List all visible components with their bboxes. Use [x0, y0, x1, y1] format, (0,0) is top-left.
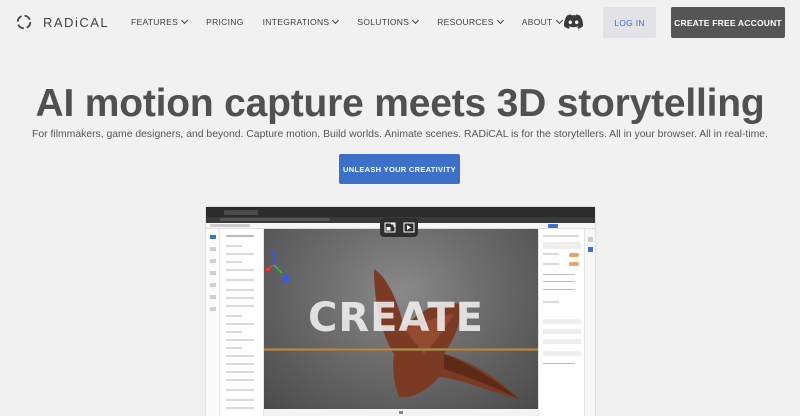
preview-controls: [380, 218, 418, 237]
brand-logo[interactable]: RADiCAL: [16, 14, 109, 30]
login-button[interactable]: LOG IN: [603, 7, 656, 38]
timeline-bar[interactable]: [264, 409, 538, 416]
viewport-overlay-text: CREATE: [308, 295, 484, 341]
brand-name: RADiCAL: [43, 14, 110, 30]
menu-item-pricing[interactable]: PRICING: [206, 17, 244, 27]
menu-item-label: RESOURCES: [437, 17, 494, 27]
menu-item-resources[interactable]: RESOURCES: [437, 16, 504, 27]
create-free-account-button[interactable]: CREATE FREE ACCOUNT: [671, 7, 785, 38]
menu-item-features[interactable]: FEATURES: [131, 16, 189, 27]
chevron-down-icon: [555, 16, 563, 25]
menu-item-label: FEATURES: [131, 17, 179, 27]
menu-item-about[interactable]: ABOUT: [521, 16, 563, 27]
chevron-down-icon: [181, 16, 189, 25]
3d-viewport[interactable]: CREATE: [264, 229, 538, 409]
app-tool-strip: [206, 229, 220, 416]
radical-logo-icon: [16, 14, 32, 30]
top-navigation: RADiCAL FEATURES PRICING INTEGRATIONS SO…: [0, 0, 800, 44]
chevron-down-icon: [496, 16, 504, 25]
hero-title: AI motion capture meets 3D storytelling: [35, 82, 765, 125]
menu-item-label: ABOUT: [521, 17, 553, 27]
axis-marker-icon: [282, 273, 290, 281]
discord-icon[interactable]: [564, 14, 583, 29]
chevron-down-icon: [332, 16, 340, 25]
chevron-down-icon: [412, 16, 420, 25]
properties-panel: [538, 229, 584, 416]
app-preview-screenshot: CREATE: [206, 207, 595, 416]
hero-subtitle: For filmmakers, game designers, and beyo…: [32, 129, 768, 140]
unleash-creativity-button[interactable]: UNLEASH YOUR CREATIVITY: [339, 154, 460, 184]
menu-item-solutions[interactable]: SOLUTIONS: [357, 16, 420, 27]
play-video-icon[interactable]: [403, 222, 415, 233]
properties-tool-strip: [584, 229, 595, 416]
menu-item-integrations[interactable]: INTEGRATIONS: [262, 16, 340, 27]
browser-tab-bar: [206, 207, 595, 217]
menu-item-label: PRICING: [206, 17, 244, 27]
exit-fullscreen-icon[interactable]: [384, 222, 396, 233]
scene-hierarchy-panel: [220, 229, 264, 416]
main-menu: FEATURES PRICING INTEGRATIONS SOLUTIONS …: [131, 16, 581, 27]
ground-plane-line: [264, 348, 538, 351]
menu-item-label: INTEGRATIONS: [262, 17, 330, 27]
menu-item-label: SOLUTIONS: [357, 17, 410, 27]
